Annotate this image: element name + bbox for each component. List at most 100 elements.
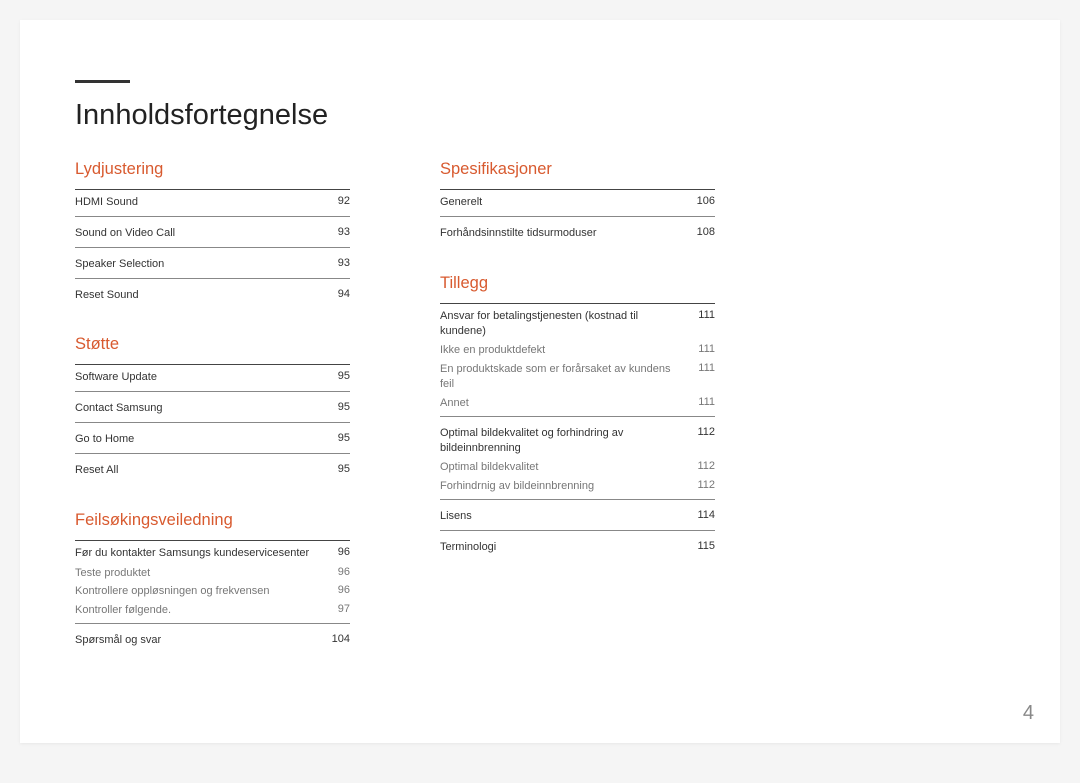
title-bar xyxy=(75,80,130,83)
page-title: Innholdsfortegnelse xyxy=(75,99,1005,132)
toc-page: 112 xyxy=(691,460,715,475)
toc-label: Annet xyxy=(440,396,469,411)
toc-page: 111 xyxy=(692,309,715,339)
toc-label: Sound on Video Call xyxy=(75,226,175,241)
section-title: Lydjustering xyxy=(75,160,350,179)
toc-group: HDMI Sound 92 Sound on Video Call 93 Speak… xyxy=(75,189,350,305)
toc-label: Go to Home xyxy=(75,432,134,447)
page-number: 4 xyxy=(1023,702,1034,725)
toc-sub-entry[interactable]: Kontroller følgende. 97 xyxy=(75,601,350,620)
toc-entry[interactable]: Optimal bildekvalitet og forhindring av … xyxy=(440,421,715,459)
toc-label: Teste produktet xyxy=(75,566,150,581)
toc-page: 92 xyxy=(332,195,350,210)
section-title: Feilsøkingsveiledning xyxy=(75,511,350,530)
toc-entry[interactable]: Forhåndsinnstilte tidsurmoduser 108 xyxy=(440,221,715,244)
column-2: Spesifikasjoner Generelt 106 Forhåndsinns… xyxy=(440,160,715,681)
toc-label: Speaker Selection xyxy=(75,257,164,272)
columns: Lydjustering HDMI Sound 92 Sound on Video… xyxy=(75,160,1005,681)
column-1: Lydjustering HDMI Sound 92 Sound on Video… xyxy=(75,160,350,681)
toc-entry[interactable]: Go to Home 95 xyxy=(75,427,350,450)
toc-entry[interactable]: Ansvar for betalingstjenesten (kostnad t… xyxy=(440,304,715,342)
toc-page: 111 xyxy=(692,343,715,358)
toc-label: Før du kontakter Samsungs kundeservicese… xyxy=(75,546,309,561)
toc-entry[interactable]: Lisens 114 xyxy=(440,504,715,527)
toc-entry[interactable]: Reset Sound 94 xyxy=(75,283,350,306)
toc-page: 93 xyxy=(332,226,350,241)
toc-label: Reset All xyxy=(75,463,118,478)
toc-label: Terminologi xyxy=(440,540,496,555)
toc-page: 96 xyxy=(332,584,350,599)
toc-page: 115 xyxy=(691,540,715,555)
toc-entry[interactable]: Spørsmål og svar104 xyxy=(75,628,350,651)
toc-label: Contact Samsung xyxy=(75,401,162,416)
toc-label: Ikke en produktdefekt xyxy=(440,343,545,358)
toc-page: 104 xyxy=(326,633,350,648)
toc-page: 114 xyxy=(691,509,715,524)
toc-sub-entry[interactable]: Teste produktet 96 xyxy=(75,564,350,583)
toc-page: 95 xyxy=(332,401,350,416)
toc-sub-entry[interactable]: En produktskade som er forårsaket av kun… xyxy=(440,360,715,394)
section-title: Støtte xyxy=(75,335,350,354)
toc-sub-entry[interactable]: Ikke en produktdefekt 111 xyxy=(440,341,715,360)
toc-sub-entry[interactable]: Forhindrnig av bildeinnbrenning112 xyxy=(440,477,715,496)
toc-page: 106 xyxy=(691,195,715,210)
toc-label: Software Update xyxy=(75,370,157,385)
toc-entry[interactable]: Reset All 95 xyxy=(75,458,350,481)
section-spesifikasjoner: Spesifikasjoner Generelt 106 Forhåndsinns… xyxy=(440,160,715,244)
divider xyxy=(75,278,350,279)
section-lydjustering: Lydjustering HDMI Sound 92 Sound on Video… xyxy=(75,160,350,305)
divider xyxy=(440,416,715,417)
toc-entry[interactable]: Sound on Video Call 93 xyxy=(75,221,350,244)
toc-label: Kontroller følgende. xyxy=(75,603,171,618)
toc-group: Ansvar for betalingstjenesten (kostnad t… xyxy=(440,303,715,558)
toc-label: Optimal bildekvalitet og forhindring av … xyxy=(440,426,675,456)
toc-sub-entry[interactable]: Optimal bildekvalitet 112 xyxy=(440,458,715,477)
toc-page: 97 xyxy=(332,603,350,618)
toc-label: Ansvar for betalingstjenesten (kostnad t… xyxy=(440,309,675,339)
toc-entry[interactable]: HDMI Sound 92 xyxy=(75,190,350,213)
toc-page: 93 xyxy=(332,257,350,272)
toc-page: 94 xyxy=(332,288,350,303)
divider xyxy=(75,422,350,423)
toc-label: Forhåndsinnstilte tidsurmoduser xyxy=(440,226,597,241)
toc-group: Generelt 106 Forhåndsinnstilte tidsurmodu… xyxy=(440,189,715,244)
divider xyxy=(75,623,350,624)
toc-label: Generelt xyxy=(440,195,482,210)
toc-page: 112 xyxy=(691,479,715,494)
toc-page: 111 xyxy=(692,362,715,392)
section-stotte: Støtte Software Update 95 Contact Samsung… xyxy=(75,335,350,480)
section-title: Tillegg xyxy=(440,274,715,293)
divider xyxy=(440,499,715,500)
toc-label: Optimal bildekvalitet xyxy=(440,460,538,475)
toc-entry[interactable]: Før du kontakter Samsungs kundeservicese… xyxy=(75,541,350,564)
section-tillegg: Tillegg Ansvar for betalingstjenesten (k… xyxy=(440,274,715,558)
toc-entry[interactable]: Speaker Selection 93 xyxy=(75,252,350,275)
divider xyxy=(75,453,350,454)
toc-label: Kontrollere oppløsningen og frekvensen xyxy=(75,584,269,599)
toc-page: 96 xyxy=(332,546,350,561)
toc-page: 112 xyxy=(691,426,715,456)
toc-entry[interactable]: Terminologi 115 xyxy=(440,535,715,558)
toc-sub-entry[interactable]: Annet 111 xyxy=(440,394,715,413)
toc-page: 96 xyxy=(332,566,350,581)
divider xyxy=(440,530,715,531)
toc-group: Software Update 95 Contact Samsung 95 Go t… xyxy=(75,364,350,480)
document-page: Innholdsfortegnelse Lydjustering HDMI So… xyxy=(20,20,1060,743)
divider xyxy=(440,216,715,217)
toc-label: Lisens xyxy=(440,509,472,524)
toc-label: Reset Sound xyxy=(75,288,139,303)
toc-page: 111 xyxy=(692,396,715,411)
toc-page: 95 xyxy=(332,432,350,447)
toc-entry[interactable]: Generelt 106 xyxy=(440,190,715,213)
section-feilsokingsveiledning: Feilsøkingsveiledning Før du kontakter S… xyxy=(75,511,350,651)
toc-page: 108 xyxy=(691,226,715,241)
toc-sub-entry[interactable]: Kontrollere oppløsningen og frekvensen 96 xyxy=(75,582,350,601)
divider xyxy=(75,247,350,248)
toc-page: 95 xyxy=(332,370,350,385)
toc-label: En produktskade som er forårsaket av kun… xyxy=(440,362,675,392)
toc-label: HDMI Sound xyxy=(75,195,138,210)
toc-entry[interactable]: Software Update 95 xyxy=(75,365,350,388)
section-title: Spesifikasjoner xyxy=(440,160,715,179)
toc-entry[interactable]: Contact Samsung 95 xyxy=(75,396,350,419)
toc-page: 95 xyxy=(332,463,350,478)
